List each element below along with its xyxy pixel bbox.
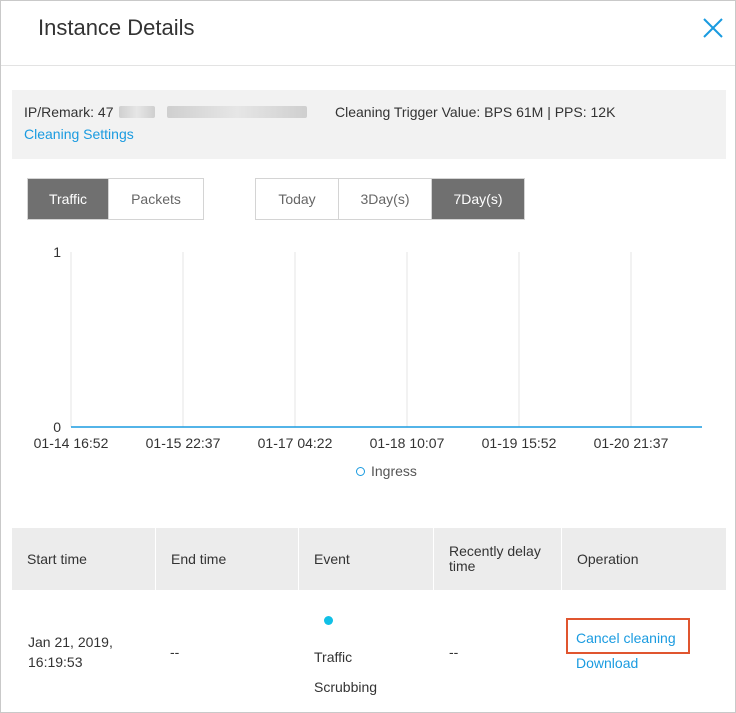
table-header: Start time End time Event Recently delay… — [12, 528, 726, 590]
header-delay-time: Recently delay time — [434, 528, 562, 590]
download-link[interactable]: Download — [576, 655, 638, 671]
redacted-ip — [119, 106, 156, 118]
start-time-clock: 16:19:53 — [28, 654, 83, 670]
x-tick-label: 01-15 22:37 — [146, 435, 221, 451]
instance-info-panel: IP/Remark: 47 Cleaning Trigger Value: BP… — [12, 90, 726, 159]
dialog-title: Instance Details — [38, 15, 195, 40]
header-operation: Operation — [577, 551, 639, 567]
event-line-2: Scrubbing — [314, 679, 378, 695]
table-row: Jan 21, 2019, 16:19:53 -- Traffic Scrubb… — [12, 590, 726, 712]
tab-today[interactable]: Today — [256, 179, 338, 219]
ip-remark-label: IP/Remark: 47 — [24, 104, 114, 120]
tab-7days[interactable]: 7Day(s) — [431, 179, 524, 219]
metric-tabs: Traffic Packets — [27, 178, 204, 220]
y-tick-label: 0 — [53, 419, 61, 435]
cell-start-time: Jan 21, 2019, 16:19:53 — [28, 632, 113, 672]
tab-traffic[interactable]: Traffic — [28, 179, 108, 219]
range-tabs: Today 3Day(s) 7Day(s) — [255, 178, 525, 220]
y-tick-label: 1 — [53, 244, 61, 260]
cell-event: Traffic Scrubbing — [314, 642, 377, 702]
traffic-chart: 0 1 01-14 16:52 01-15 22:37 01-17 04:22 01-18… — [1, 231, 735, 491]
x-tick-label: 01-20 21:37 — [594, 435, 669, 451]
traffic-chart-svg: 0 1 01-14 16:52 01-15 22:37 01-17 04:22 01-18… — [34, 244, 702, 451]
header-event: Event — [299, 528, 434, 590]
close-icon[interactable] — [701, 16, 725, 40]
dialog-header: Instance Details — [1, 1, 735, 66]
cleaning-settings-link[interactable]: Cleaning Settings — [24, 126, 134, 142]
event-status-dot — [324, 616, 333, 625]
cell-end-time: -- — [170, 644, 180, 660]
instance-details-dialog: Instance Details IP/Remark: 47 Cleaning … — [0, 0, 736, 713]
legend-label-ingress: Ingress — [371, 463, 417, 479]
legend-marker-icon — [356, 467, 365, 476]
x-tick-label: 01-19 15:52 — [482, 435, 557, 451]
event-line-1: Traffic — [314, 649, 353, 665]
ip-remark: IP/Remark: 47 — [24, 104, 308, 120]
x-tick-label: 01-18 10:07 — [370, 435, 445, 451]
tab-packets[interactable]: Packets — [108, 179, 203, 219]
x-tick-label: 01-14 16:52 — [34, 435, 109, 451]
start-time-date: Jan 21, 2019, — [28, 634, 113, 650]
header-end-time: End time — [156, 528, 299, 590]
cleaning-trigger-value: Cleaning Trigger Value: BPS 61M | PPS: 1… — [335, 104, 616, 120]
chart-legend[interactable]: Ingress — [356, 463, 417, 479]
cancel-cleaning-link[interactable]: Cancel cleaning — [576, 630, 676, 646]
redacted-remark — [167, 106, 308, 118]
tab-3days[interactable]: 3Day(s) — [338, 179, 431, 219]
header-start-time: Start time — [12, 528, 156, 590]
x-tick-label: 01-17 04:22 — [258, 435, 333, 451]
cell-delay-time: -- — [449, 644, 459, 660]
